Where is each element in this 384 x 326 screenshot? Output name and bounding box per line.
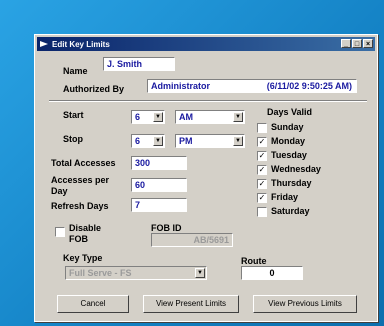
authorized-user: Administrator <box>151 81 211 91</box>
start-ampm-value: AM <box>179 112 193 122</box>
monday-checkbox[interactable]: ✓ <box>257 137 267 147</box>
stop-ampm-value: PM <box>179 136 193 146</box>
start-hour-select[interactable]: 6 ▼ <box>131 110 165 124</box>
cancel-button[interactable]: Cancel <box>57 295 129 313</box>
key-type-select[interactable]: Full Serve - FS ▼ <box>65 266 207 280</box>
stop-hour-value: 6 <box>135 136 141 146</box>
days-valid-label: Days Valid <box>267 107 313 117</box>
title-bar[interactable]: Edit Key Limits _ □ × <box>37 37 375 51</box>
authorized-by-field: Administrator (6/11/02 9:50:25 AM) <box>147 79 357 93</box>
chevron-down-icon[interactable]: ▼ <box>233 112 243 122</box>
start-hour-value: 6 <box>135 112 141 122</box>
friday-label: Friday <box>271 192 299 202</box>
disable-fob-label-line2: FOB <box>69 234 88 244</box>
monday-label: Monday <box>271 136 306 146</box>
saturday-label: Saturday <box>271 206 310 216</box>
saturday-checkbox[interactable] <box>257 207 267 217</box>
sunday-label: Sunday <box>271 122 304 132</box>
accesses-per-day-label-line2: Day <box>51 186 68 196</box>
accesses-per-day-label: Accesses per Day <box>51 175 109 197</box>
tuesday-label: Tuesday <box>271 150 307 160</box>
sunday-checkbox[interactable] <box>257 123 267 133</box>
maximize-button[interactable]: □ <box>352 39 362 48</box>
start-label: Start <box>63 110 84 120</box>
disable-fob-label-line1: Disable <box>69 223 102 233</box>
total-accesses-field[interactable]: 300 <box>131 156 187 170</box>
view-previous-limits-button[interactable]: View Previous Limits <box>253 295 357 313</box>
disable-fob-checkbox[interactable] <box>55 227 65 237</box>
chevron-down-icon[interactable]: ▼ <box>195 268 205 278</box>
route-field[interactable]: 0 <box>241 266 303 280</box>
disable-fob-label: Disable FOB <box>69 223 101 245</box>
stop-label: Stop <box>63 134 83 144</box>
accesses-per-day-label-line1: Accesses per <box>51 175 110 185</box>
key-type-value: Full Serve - FS <box>69 268 132 278</box>
window-title: Edit Key Limits <box>52 39 110 49</box>
wednesday-checkbox[interactable]: ✓ <box>257 165 267 175</box>
view-present-limits-button[interactable]: View Present Limits <box>143 295 239 313</box>
chevron-down-icon[interactable]: ▼ <box>233 136 243 146</box>
chevron-down-icon[interactable]: ▼ <box>153 136 163 146</box>
wednesday-label: Wednesday <box>271 164 321 174</box>
key-type-label: Key Type <box>63 253 103 263</box>
stop-hour-select[interactable]: 6 ▼ <box>131 134 165 148</box>
name-label: Name <box>63 66 88 76</box>
app-icon <box>40 41 48 47</box>
window-controls: _ □ × <box>341 39 373 48</box>
chevron-down-icon[interactable]: ▼ <box>153 112 163 122</box>
accesses-per-day-field[interactable]: 60 <box>131 178 187 192</box>
total-accesses-label: Total Accesses <box>51 158 116 168</box>
refresh-days-field[interactable]: 7 <box>131 198 187 212</box>
friday-checkbox[interactable]: ✓ <box>257 193 267 203</box>
refresh-days-label: Refresh Days <box>51 201 109 211</box>
start-ampm-select[interactable]: AM ▼ <box>175 110 245 124</box>
edit-key-limits-window: Edit Key Limits _ □ × Name J. Smith Auth… <box>34 34 378 322</box>
stop-ampm-select[interactable]: PM ▼ <box>175 134 245 148</box>
name-field[interactable]: J. Smith <box>103 57 175 71</box>
authorized-by-label: Authorized By <box>63 84 125 94</box>
minimize-button[interactable]: _ <box>341 39 351 48</box>
close-button[interactable]: × <box>363 39 373 48</box>
authorized-timestamp: (6/11/02 9:50:25 AM) <box>266 81 352 91</box>
tuesday-checkbox[interactable]: ✓ <box>257 151 267 161</box>
thursday-label: Thursday <box>271 178 312 188</box>
background-frame: Edit Key Limits _ □ × Name J. Smith Auth… <box>0 0 384 326</box>
separator <box>49 100 367 102</box>
thursday-checkbox[interactable]: ✓ <box>257 179 267 189</box>
fob-id-field[interactable]: AB/5691 <box>151 233 233 247</box>
